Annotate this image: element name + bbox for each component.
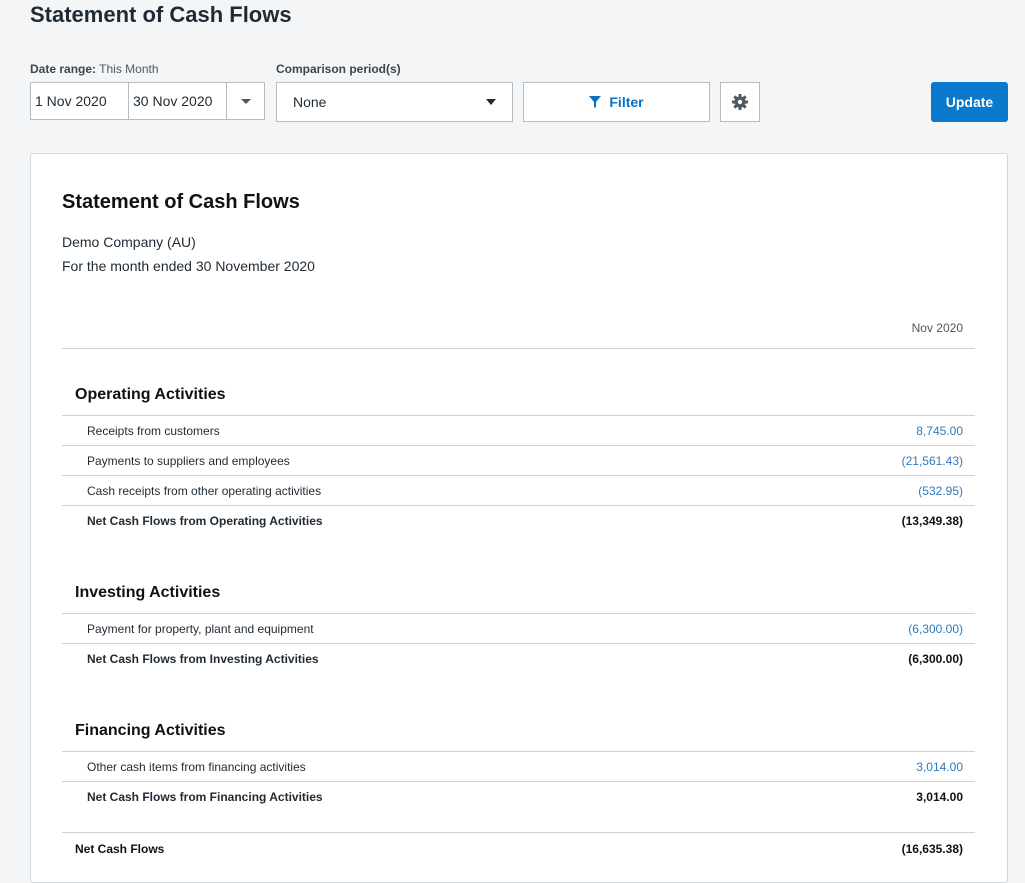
total-value: (13,349.38) [901, 514, 963, 528]
total-row: Net Cash Flows from Financing Activities… [62, 782, 975, 812]
column-header-nov-2020: Nov 2020 [911, 321, 963, 335]
row-value-link[interactable]: (21,561.43) [902, 454, 963, 468]
settings-button[interactable] [720, 82, 760, 122]
row-label: Cash receipts from other operating activ… [87, 483, 322, 498]
row-label: Payment for property, plant and equipmen… [87, 621, 314, 636]
section-title: Investing Activities [62, 572, 975, 614]
section-title: Operating Activities [62, 374, 975, 416]
net-cash-flows-row: Net Cash Flows (16,635.38) [62, 832, 975, 864]
section-operating-activities: Operating Activities Receipts from custo… [62, 374, 975, 536]
update-button[interactable]: Update [931, 82, 1008, 122]
table-row[interactable]: Cash receipts from other operating activ… [62, 476, 975, 506]
row-value-link[interactable]: 3,014.00 [916, 760, 963, 774]
total-row: Net Cash Flows from Operating Activities… [62, 506, 975, 536]
total-label: Net Cash Flows from Financing Activities [87, 790, 323, 804]
column-header: Nov 2020 [62, 319, 975, 349]
chevron-down-icon [486, 99, 496, 105]
row-value-link[interactable]: (6,300.00) [908, 622, 963, 636]
filter-button[interactable]: Filter [523, 82, 710, 122]
row-label: Other cash items from financing activiti… [87, 759, 306, 774]
gear-icon [732, 94, 748, 110]
row-label: Receipts from customers [87, 423, 220, 438]
date-range-caption: Date range: [30, 62, 97, 76]
comparison-label: Comparison period(s) [276, 62, 401, 76]
row-value-link[interactable]: 8,745.00 [916, 424, 963, 438]
report-card: Statement of Cash Flows Demo Company (AU… [30, 153, 1008, 883]
section-financing-activities: Financing Activities Other cash items fr… [62, 710, 975, 812]
date-range-picker: 1 Nov 2020 30 Nov 2020 [30, 82, 265, 120]
table-row[interactable]: Payments to suppliers and employees (21,… [62, 446, 975, 476]
section-title: Financing Activities [62, 710, 975, 752]
end-date-input[interactable]: 30 Nov 2020 [129, 83, 227, 119]
total-label: Net Cash Flows from Operating Activities [87, 514, 323, 528]
date-range-label: Date range: This Month [30, 62, 159, 76]
total-value: (6,300.00) [908, 652, 963, 666]
page-title: Statement of Cash Flows [30, 2, 292, 27]
net-cash-flows-value: (16,635.38) [901, 841, 963, 856]
table-row[interactable]: Receipts from customers 8,745.00 [62, 416, 975, 446]
date-range-preset: This Month [99, 62, 159, 76]
total-row: Net Cash Flows from Investing Activities… [62, 644, 975, 674]
company-name: Demo Company (AU) [62, 234, 196, 250]
date-range-dropdown-button[interactable] [227, 83, 264, 119]
report-title: Statement of Cash Flows [62, 191, 300, 213]
filter-icon [589, 96, 602, 108]
report-period: For the month ended 30 November 2020 [62, 258, 315, 274]
table-row[interactable]: Other cash items from financing activiti… [62, 752, 975, 782]
row-value-link[interactable]: (532.95) [918, 484, 963, 498]
section-investing-activities: Investing Activities Payment for propert… [62, 572, 975, 674]
chevron-down-icon [240, 98, 251, 104]
table-row[interactable]: Payment for property, plant and equipmen… [62, 614, 975, 644]
row-label: Payments to suppliers and employees [87, 453, 290, 468]
start-date-input[interactable]: 1 Nov 2020 [31, 83, 129, 119]
comparison-period-select[interactable]: None [276, 82, 513, 122]
total-label: Net Cash Flows from Investing Activities [87, 652, 319, 666]
filter-button-label: Filter [609, 94, 644, 110]
net-cash-flows-label: Net Cash Flows [75, 841, 165, 856]
total-value: 3,014.00 [916, 790, 963, 804]
comparison-period-value: None [293, 94, 327, 110]
